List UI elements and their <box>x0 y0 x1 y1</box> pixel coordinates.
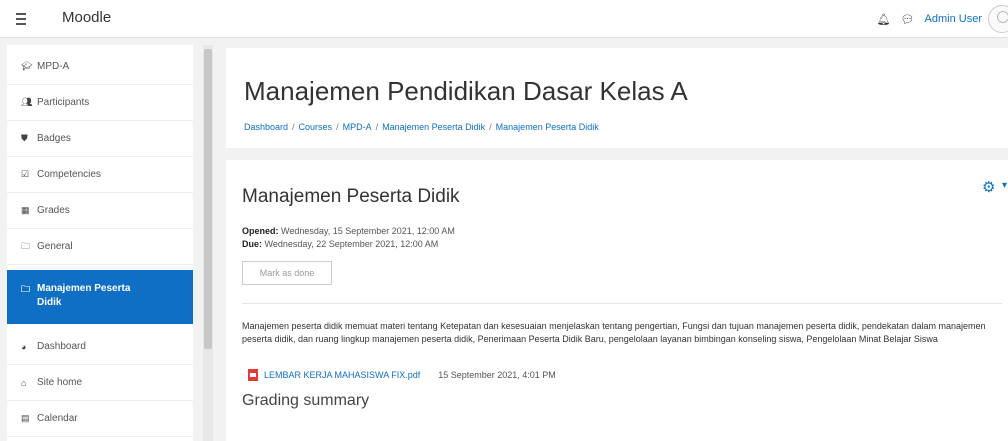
users-icon: 👥︎ <box>21 97 33 107</box>
sidebar-item-label: Calendar <box>37 413 78 424</box>
due-label: Due: <box>242 239 262 249</box>
folder-icon: 🗀 <box>21 284 31 294</box>
mark-as-done-button[interactable]: Mark as done <box>242 261 332 285</box>
menu-icon[interactable] <box>12 10 30 28</box>
breadcrumb-dashboard[interactable]: Dashboard <box>244 122 288 132</box>
sidebar-item-mpd-a[interactable]: 🎓︎ MPD-A <box>7 49 193 85</box>
breadcrumb-activity[interactable]: Manajemen Peserta Didik <box>496 122 599 132</box>
attachment-link[interactable]: LEMBAR KERJA MAHASISWA FIX.pdf <box>264 370 420 380</box>
chat-icon[interactable]: 💬︎ <box>901 13 915 26</box>
sidebar-item-label: Manajemen Peserta Didik <box>37 283 131 308</box>
sidebar-item-dashboard[interactable]: ◕ Dashboard <box>7 329 193 365</box>
user-menu-area: 🔔︎ 💬︎ Admin User <box>877 0 1008 38</box>
activity-title: Manajemen Peserta Didik <box>242 186 460 207</box>
drawer-menu: 🎓︎ MPD-A 👥︎ Participants ⛊ Badges ☑ Comp… <box>7 45 193 441</box>
sidebar-item-manajemen-peserta-didik[interactable]: 🗀 Manajemen Peserta Didik <box>7 270 193 324</box>
sidebar-item-label: Dashboard <box>37 341 86 352</box>
folder-icon: 🗀 <box>21 240 31 251</box>
scrollbar-thumb[interactable] <box>204 49 212 349</box>
table-icon: ▦ <box>21 205 30 215</box>
sidebar-item-label: Badges <box>37 133 71 144</box>
attachment-date: 15 September 2021, 4:01 PM <box>438 370 556 380</box>
pdf-file-icon <box>248 369 258 381</box>
breadcrumb-course[interactable]: MPD-A <box>343 122 372 132</box>
top-navbar: Moodle 🔔︎ 💬︎ Admin User <box>0 0 1008 38</box>
sidebar-item-participants[interactable]: 👥︎ Participants <box>7 85 193 121</box>
bell-icon[interactable]: 🔔︎ <box>877 13 891 26</box>
page-header: Manajemen Pendidikan Dasar Kelas A Dashb… <box>226 48 1008 148</box>
activity-description: Manajemen peserta didik memuat materi te… <box>242 321 986 344</box>
sidebar-item-label: MPD-A <box>37 61 70 72</box>
caret-down-icon[interactable]: ▾ <box>1002 180 1007 191</box>
activity-card: Manajemen Peserta Didik ⚙ ▾ Opened: Wedn… <box>226 160 1008 441</box>
sidebar-item-site-home[interactable]: ⌂ Site home <box>7 365 193 401</box>
sidebar-item-general[interactable]: 🗀 General <box>7 229 193 265</box>
divider <box>242 303 1002 304</box>
due-date: Due: Wednesday, 22 September 2021, 12:00… <box>242 239 438 249</box>
sidebar-item-label: General <box>37 241 73 252</box>
user-name[interactable]: Admin User <box>925 13 982 25</box>
sidebar-item-badges[interactable]: ⛊ Badges <box>7 121 193 157</box>
graduation-cap-icon: 🎓︎ <box>21 61 33 71</box>
breadcrumb-courses[interactable]: Courses <box>299 122 333 132</box>
sidebar-item-label: Site home <box>37 377 83 388</box>
avatar[interactable] <box>988 5 1008 33</box>
breadcrumb: Dashboard / Courses / MPD-A / Manajemen Pesert… <box>244 122 599 132</box>
drawer-scrollbar[interactable] <box>203 45 213 441</box>
dashboard-icon: ◕ <box>21 341 27 352</box>
shield-icon: ⛊ <box>21 133 28 143</box>
breadcrumb-section[interactable]: Manajemen Peserta Didik <box>382 122 485 132</box>
page-title: Manajemen Pendidikan Dasar Kelas A <box>244 76 688 106</box>
opened-date: Opened: Wednesday, 15 September 2021, 12… <box>242 226 455 236</box>
nav-drawer: 🎓︎ MPD-A 👥︎ Participants ⛊ Badges ☑ Comp… <box>7 45 213 441</box>
home-icon: ⌂ <box>21 377 27 388</box>
sidebar-item-label: Grades <box>37 205 70 216</box>
sidebar-item-calendar[interactable]: ▤ Calendar <box>7 401 193 437</box>
opened-label: Opened: <box>242 226 279 236</box>
calendar-icon: ▤ <box>21 413 30 423</box>
sidebar-item-grades[interactable]: ▦ Grades <box>7 193 193 229</box>
sidebar-item-label: Participants <box>37 97 90 108</box>
gear-icon[interactable]: ⚙ <box>982 178 995 196</box>
due-value: Wednesday, 22 September 2021, 12:00 AM <box>264 239 439 249</box>
opened-value: Wednesday, 15 September 2021, 12:00 AM <box>281 226 455 236</box>
sidebar-item-competencies[interactable]: ☑ Competencies <box>7 157 193 193</box>
checkbox-icon: ☑ <box>21 169 30 179</box>
grading-summary-heading: Grading summary <box>242 392 370 409</box>
sidebar-item-label: Competencies <box>37 169 101 180</box>
attachment-row: LEMBAR KERJA MAHASISWA FIX.pdf 15 Septem… <box>248 369 556 381</box>
site-brand[interactable]: Moodle <box>62 9 111 26</box>
